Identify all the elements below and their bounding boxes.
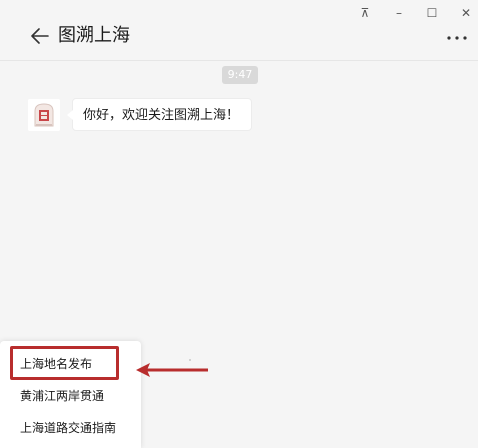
avatar[interactable]: [28, 99, 60, 131]
message-timestamp: 9:47: [222, 66, 258, 84]
seal-logo-icon: [28, 99, 60, 131]
header-divider: [0, 60, 478, 61]
back-button[interactable]: [28, 24, 52, 48]
page-title: 图溯上海: [58, 25, 130, 46]
arrow-left-icon: [31, 28, 49, 44]
more-dots-icon: [447, 36, 467, 40]
chat-window: ⊼ – ☐ ✕ 图溯上海 9:47 你好，欢迎关注图溯上海！ 上海地名发布 黄浦…: [0, 0, 478, 448]
chat-header: 图溯上海: [0, 18, 478, 60]
menu-item-traffic-guide[interactable]: 上海道路交通指南: [0, 412, 141, 444]
message-bubble: 你好，欢迎关注图溯上海！: [66, 98, 253, 131]
annotation-highlight-box: [10, 346, 119, 380]
more-button[interactable]: [444, 28, 470, 48]
annotation-arrow-icon: [136, 363, 208, 377]
menu-item-huangpu-river[interactable]: 黄浦江两岸贯通: [0, 380, 141, 412]
